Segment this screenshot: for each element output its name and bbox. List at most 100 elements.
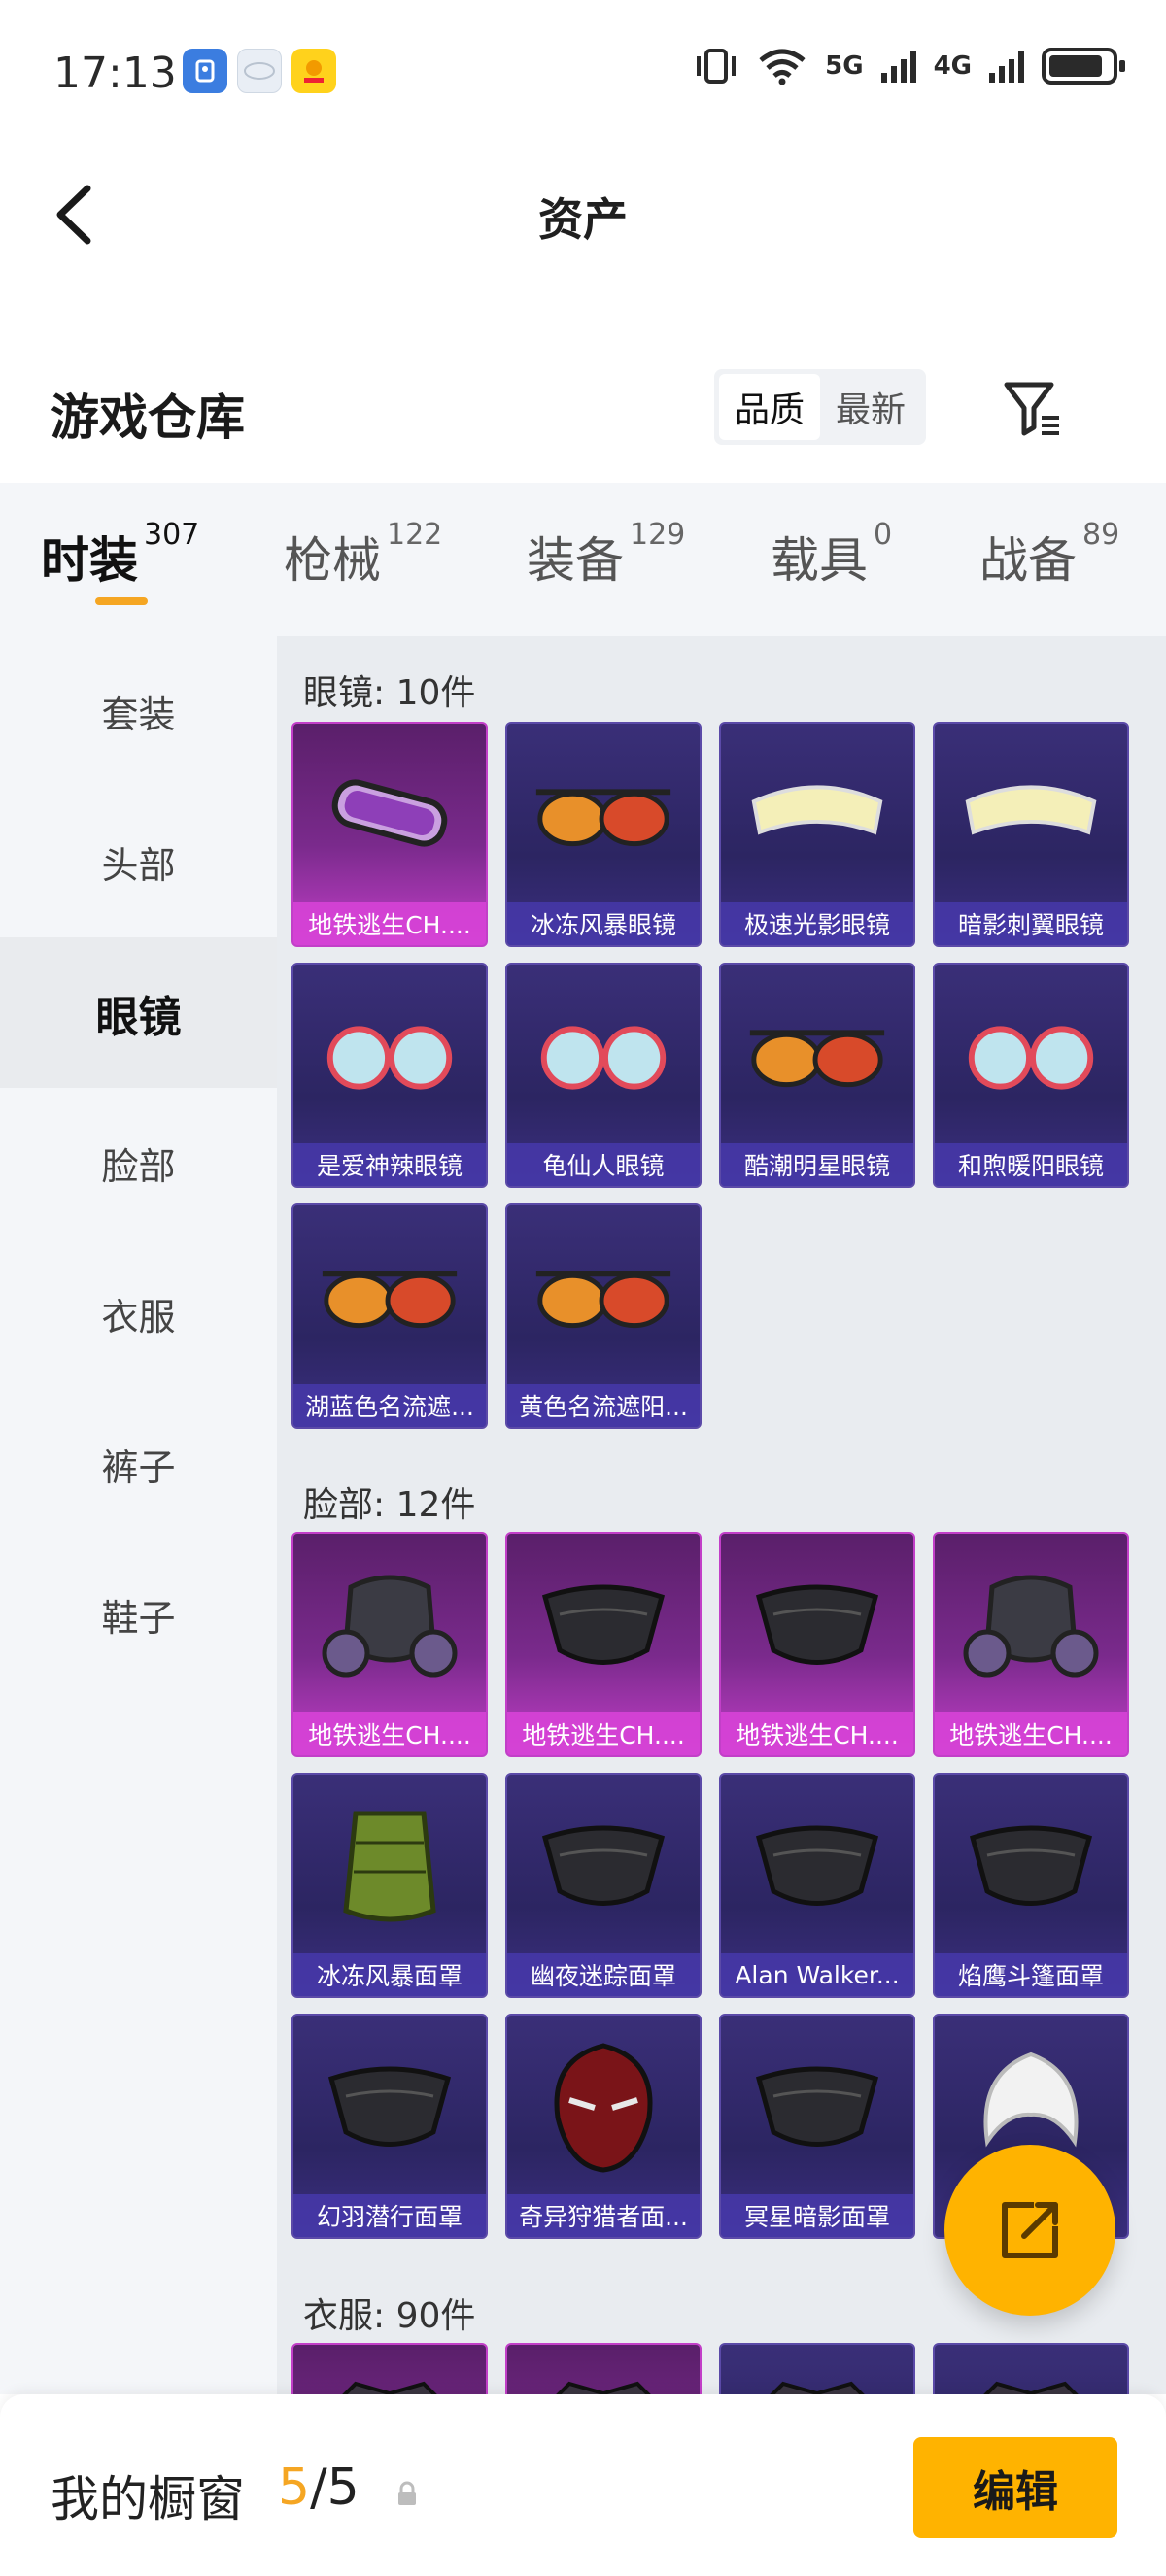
- edit-button[interactable]: 编辑: [913, 2437, 1117, 2538]
- item-name: 焰鹰斗篷面罩: [935, 1953, 1127, 1996]
- sidebar-item-shoes[interactable]: 鞋子: [0, 1540, 277, 1690]
- item-name: 奇异狩猎者面...: [507, 2194, 700, 2237]
- glasses-icon: [527, 984, 680, 1130]
- tab-supplies[interactable]: 战备 89: [979, 518, 1119, 592]
- mask-icon: [313, 2035, 466, 2181]
- item-name: 地铁逃生CH....: [507, 1712, 700, 1755]
- sidebar-item-clothes[interactable]: 衣服: [0, 1238, 277, 1389]
- item-card[interactable]: 幽夜迷踪面罩: [505, 1773, 702, 1998]
- tab-label: 枪械: [284, 532, 381, 589]
- page-title: 资产: [538, 193, 628, 246]
- battery-icon: [1042, 48, 1125, 85]
- scarf-icon: [313, 1794, 466, 1940]
- clothes-icon: [954, 2364, 1108, 2394]
- tab-label: 战备: [979, 532, 1077, 589]
- tab-label: 载具: [771, 532, 868, 589]
- sidebar-item-pants[interactable]: 裤子: [0, 1389, 277, 1540]
- showcase-total-count: 5: [326, 2458, 360, 2517]
- mask-icon: [740, 1794, 894, 1940]
- mask-icon: [527, 1553, 680, 1699]
- item-name: 地铁逃生CH....: [721, 1712, 913, 1755]
- lock-icon: [398, 2481, 416, 2505]
- signal-icon: [989, 50, 1024, 83]
- tab-count: 89: [1082, 518, 1120, 552]
- item-name: 和煦暖阳眼镜: [935, 1143, 1127, 1186]
- sidebar-item-head[interactable]: 头部: [0, 787, 277, 937]
- item-card[interactable]: 冰冻风暴面罩: [292, 1773, 488, 1998]
- sidebar: 套装 头部 眼镜 脸部 衣服 裤子 鞋子: [0, 636, 277, 2394]
- item-card[interactable]: 地铁逃生CH....: [292, 1532, 488, 1757]
- tab-vehicles[interactable]: 载具 0: [771, 518, 892, 592]
- item-card[interactable]: 黄色名流遮阳...: [505, 1203, 702, 1429]
- active-tab-indicator: [95, 597, 148, 605]
- item-card[interactable]: 地铁逃生CH....: [292, 722, 488, 947]
- tab-count: 122: [387, 518, 443, 552]
- status-time: 17:13: [53, 49, 177, 98]
- item-card[interactable]: [719, 2343, 915, 2394]
- share-button[interactable]: [944, 2145, 1115, 2316]
- clothes-icon: [527, 2364, 680, 2394]
- item-card[interactable]: 奇异狩猎者面...: [505, 2014, 702, 2239]
- tab-count: 129: [630, 518, 686, 552]
- item-card[interactable]: [505, 2343, 702, 2394]
- item-card[interactable]: 酷潮明星眼镜: [719, 963, 915, 1188]
- item-name: 幽夜迷踪面罩: [507, 1953, 700, 1996]
- sort-option-newest[interactable]: 最新: [820, 374, 921, 440]
- item-card[interactable]: [292, 2343, 488, 2394]
- item-card[interactable]: 焰鹰斗篷面罩: [933, 1773, 1129, 1998]
- gas-mask-icon: [954, 1553, 1108, 1699]
- sidebar-item-glasses[interactable]: 眼镜: [0, 937, 277, 1088]
- showcase-bar: 我的橱窗 5/5 编辑: [0, 2394, 1166, 2576]
- item-name: 地铁逃生CH....: [293, 1712, 486, 1755]
- item-card[interactable]: 冥星暗影面罩: [719, 2014, 915, 2239]
- sidebar-item-set[interactable]: 套装: [0, 636, 277, 787]
- item-card[interactable]: 冰冻风暴眼镜: [505, 722, 702, 947]
- item-card[interactable]: Alan Walker...: [719, 1773, 915, 1998]
- tab-equipment[interactable]: 装备 129: [527, 518, 685, 592]
- warehouse-header: 游戏仓库 品质 最新: [0, 359, 1166, 457]
- item-card[interactable]: 湖蓝色名流遮...: [292, 1203, 488, 1429]
- tab-count: 0: [874, 518, 893, 552]
- tab-guns[interactable]: 枪械 122: [284, 518, 442, 592]
- visor-icon: [954, 743, 1108, 889]
- tab-count: 307: [144, 518, 200, 552]
- sunglasses-icon: [527, 743, 680, 889]
- item-card[interactable]: 龟仙人眼镜: [505, 963, 702, 1188]
- clothes-icon: [740, 2364, 894, 2394]
- sunglasses-icon: [527, 1225, 680, 1371]
- warehouse-title: 游戏仓库: [51, 390, 245, 446]
- item-name: 龟仙人眼镜: [507, 1143, 700, 1186]
- category-tabs: 时装 307 枪械 122 装备 129 载具 0 战备 89: [0, 483, 1166, 636]
- sunglasses-icon: [740, 984, 894, 1130]
- item-name: 冰冻风暴面罩: [293, 1953, 486, 1996]
- sidebar-item-face[interactable]: 脸部: [0, 1088, 277, 1238]
- status-icons: 5G 4G: [693, 47, 1125, 85]
- share-icon: [1002, 2202, 1058, 2258]
- notification-app-icon: [292, 49, 336, 93]
- glasses-icon: [313, 984, 466, 1130]
- item-card[interactable]: 暗影刺翼眼镜: [933, 722, 1129, 947]
- item-card[interactable]: 是爱神辣眼镜: [292, 963, 488, 1188]
- mask-icon: [527, 1794, 680, 1940]
- item-name: 冰冻风暴眼镜: [507, 902, 700, 945]
- item-card[interactable]: 和煦暖阳眼镜: [933, 963, 1129, 1188]
- visor-icon: [740, 743, 894, 889]
- item-card[interactable]: 幻羽潜行面罩: [292, 2014, 488, 2239]
- signal-icon: [880, 50, 916, 83]
- showcase-count-separator: /: [310, 2458, 327, 2517]
- hood-icon: [527, 2035, 680, 2181]
- item-card[interactable]: 地铁逃生CH....: [719, 1532, 915, 1757]
- sunglasses-icon: [313, 1225, 466, 1371]
- section-title-face: 脸部: 12件: [303, 1485, 476, 1525]
- gas-mask-icon: [313, 1553, 466, 1699]
- item-card[interactable]: 极速光影眼镜: [719, 722, 915, 947]
- item-card[interactable]: 地铁逃生CH....: [933, 1532, 1129, 1757]
- item-card[interactable]: 地铁逃生CH....: [505, 1532, 702, 1757]
- item-card[interactable]: [933, 2343, 1129, 2394]
- tab-fashion[interactable]: 时装 307: [41, 518, 199, 592]
- filter-button[interactable]: [1001, 377, 1065, 441]
- mask-icon: [954, 1794, 1108, 1940]
- sort-option-quality[interactable]: 品质: [719, 374, 821, 440]
- item-name: 暗影刺翼眼镜: [935, 902, 1127, 945]
- showcase-current-count: 5: [278, 2458, 311, 2517]
